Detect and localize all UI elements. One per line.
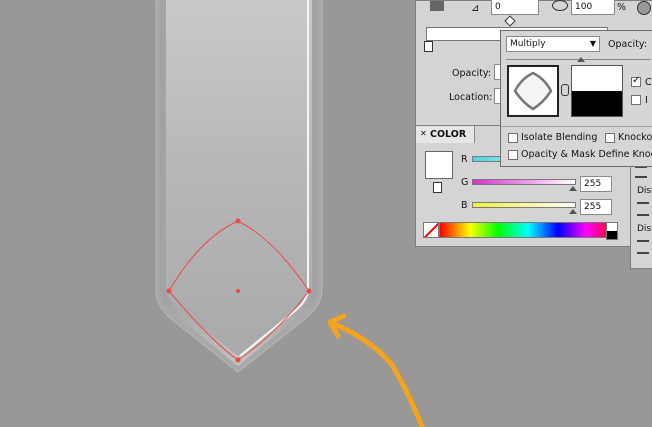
opacity-value-field[interactable]: 100 xyxy=(571,0,615,15)
channel-r-label: R xyxy=(461,154,468,165)
panel-divider xyxy=(501,126,652,127)
fill-swatch[interactable] xyxy=(425,151,453,179)
isolate-blending-checkbox[interactable] xyxy=(508,133,518,143)
channel-g-thumb-icon[interactable] xyxy=(569,186,577,191)
opacity-unit: % xyxy=(617,2,627,13)
blend-mode-value: Multiply xyxy=(510,39,546,49)
distribute-label-2: Dist xyxy=(637,224,652,234)
channel-g-slider[interactable] xyxy=(472,179,576,185)
distribute-label-1: Dist xyxy=(637,186,652,196)
isolate-blending-label: Isolate Blending xyxy=(521,132,598,143)
angle-icon: ⊿ xyxy=(471,3,480,14)
dropdown-arrow-icon: ▼ xyxy=(589,39,596,48)
distribute-icon-1[interactable] xyxy=(637,202,649,216)
location-label: Location: xyxy=(449,92,493,103)
clip-label: C xyxy=(645,77,652,88)
check-icon: ✓ xyxy=(632,75,641,86)
color-tab-label: COLOR xyxy=(430,129,467,140)
stroke-swatch-icon[interactable] xyxy=(433,182,442,193)
none-swatch-icon[interactable] xyxy=(423,222,439,238)
knockout-group-checkbox[interactable] xyxy=(605,133,615,143)
invert-mask-label: I xyxy=(645,95,648,106)
tab-close-icon: ✕ xyxy=(420,129,427,138)
align-icon[interactable] xyxy=(635,166,647,178)
channel-b-thumb-icon[interactable] xyxy=(569,209,577,214)
angle-field[interactable]: 0 xyxy=(491,0,539,15)
channel-b-slider[interactable] xyxy=(472,202,576,208)
gradient-midpoint-icon[interactable] xyxy=(504,15,516,27)
opacity-mask-knockout-checkbox[interactable] xyxy=(508,150,518,160)
opacity-mask-knockout-label: Opacity & Mask Define Knock xyxy=(521,149,652,160)
mask-link-icon[interactable] xyxy=(561,84,569,96)
color-spectrum-bar[interactable] xyxy=(439,222,617,238)
opacity-slider-thumb-icon[interactable] xyxy=(577,57,585,62)
transparency-panel: Multiply ▼ Opacity: ✓ C I Isolate Blendi… xyxy=(500,30,652,167)
gradient-type-icon[interactable] xyxy=(430,1,444,11)
opacity-label: Opacity: xyxy=(452,68,492,79)
gradient-stop-icon[interactable] xyxy=(424,41,433,52)
object-thumbnail-shape-icon xyxy=(513,71,553,111)
tube-inner-shape xyxy=(166,0,312,356)
opacity-mask-thumbnail[interactable] xyxy=(571,65,623,117)
object-thumbnail[interactable] xyxy=(507,65,559,117)
black-white-swatch[interactable] xyxy=(606,222,618,240)
distribute-icon-2[interactable] xyxy=(637,240,649,254)
channel-g-value[interactable]: 255 xyxy=(580,176,612,192)
knockout-group-label: Knocko xyxy=(618,132,652,143)
channel-b-value[interactable]: 255 xyxy=(580,199,612,215)
channel-g-label: G xyxy=(461,177,469,188)
aspect-icon xyxy=(552,0,568,11)
transparency-opacity-label: Opacity: xyxy=(608,39,648,50)
eye-icon[interactable] xyxy=(637,1,651,15)
annotation-arrow xyxy=(327,313,425,427)
color-tab[interactable]: ✕ COLOR xyxy=(416,126,475,143)
clip-checkbox[interactable]: ✓ xyxy=(631,75,641,87)
channel-b-label: B xyxy=(461,200,468,211)
invert-mask-checkbox[interactable] xyxy=(631,95,641,105)
blend-mode-select[interactable]: Multiply ▼ xyxy=(506,36,600,52)
